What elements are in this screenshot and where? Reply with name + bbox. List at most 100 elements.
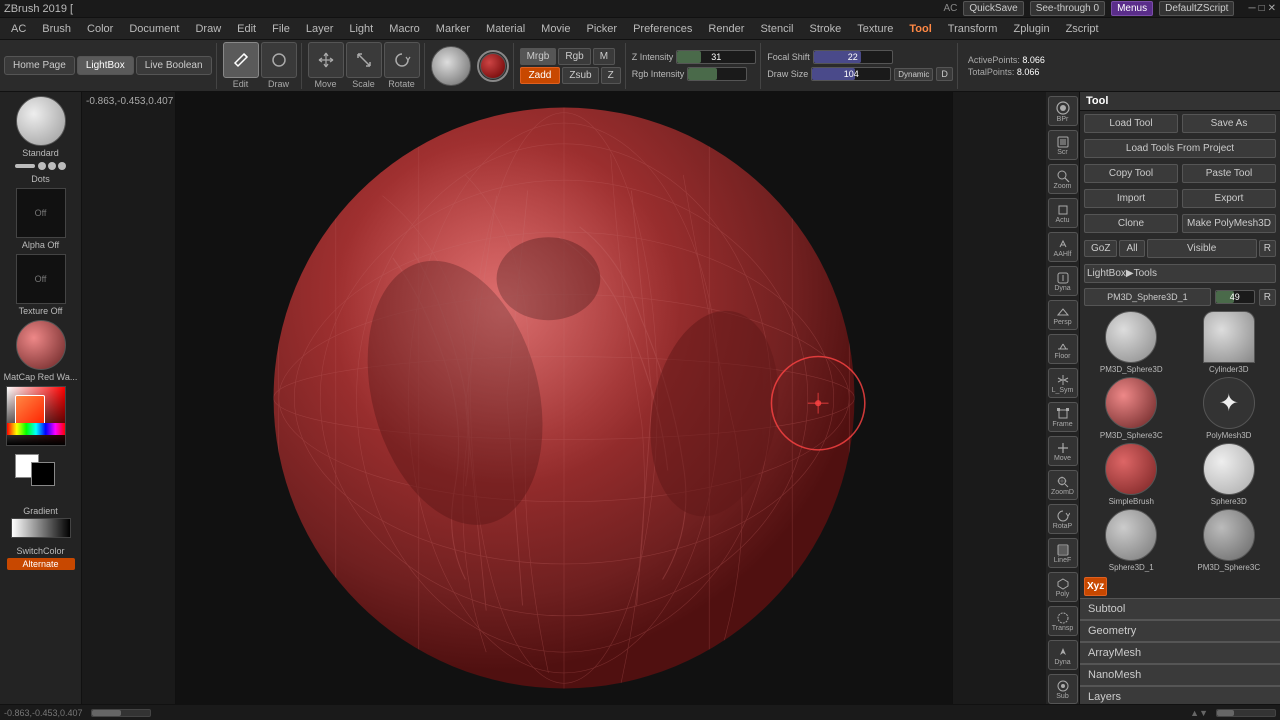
scale-button[interactable] xyxy=(346,42,382,78)
menu-movie[interactable]: Movie xyxy=(534,21,577,37)
menu-preferences[interactable]: Preferences xyxy=(626,21,699,37)
goz-button[interactable]: GoZ xyxy=(1084,240,1117,257)
lightbox-tools-button[interactable]: LightBox▶Tools xyxy=(1084,264,1276,283)
defaultzscript-button[interactable]: DefaultZScript xyxy=(1159,1,1234,16)
rgb-intensity-slider[interactable] xyxy=(687,67,747,81)
export-button-top[interactable]: Export xyxy=(1182,189,1276,208)
canvas-area[interactable]: -0.863,-0.453,0.407 xyxy=(82,92,1046,704)
rotap-button[interactable]: RotaP xyxy=(1048,504,1078,534)
dynamic2-button[interactable]: Dyna xyxy=(1048,640,1078,670)
menu-draw[interactable]: Draw xyxy=(188,21,228,37)
menu-texture[interactable]: Texture xyxy=(850,21,900,37)
menu-macro[interactable]: Macro xyxy=(382,21,427,37)
menu-marker[interactable]: Marker xyxy=(429,21,477,37)
import-button-top[interactable]: Import xyxy=(1084,189,1178,208)
geometry-section[interactable]: Geometry xyxy=(1080,620,1280,642)
seethrough-button[interactable]: See-through 0 xyxy=(1030,1,1105,16)
menu-material[interactable]: Material xyxy=(479,21,532,37)
menu-color[interactable]: Color xyxy=(80,21,120,37)
minimize-icon[interactable]: ─ xyxy=(1248,3,1255,14)
texture-selector[interactable]: Off Texture Off xyxy=(3,254,79,316)
z-intensity-slider[interactable]: 31 xyxy=(676,50,756,64)
poly-button[interactable]: Poly xyxy=(1048,572,1078,602)
copy-tool-button[interactable]: Copy Tool xyxy=(1084,164,1178,183)
r2-button[interactable]: R xyxy=(1259,289,1276,306)
menu-render[interactable]: Render xyxy=(701,21,751,37)
lightbox-tab[interactable]: LightBox xyxy=(77,56,134,75)
quicksave-button[interactable]: QuickSave xyxy=(963,1,1023,16)
move-button[interactable] xyxy=(308,42,344,78)
all-button[interactable]: All xyxy=(1119,240,1144,257)
zoomd3d-button[interactable]: ZoomD xyxy=(1048,470,1078,500)
brush-preview[interactable] xyxy=(431,46,471,86)
actual-button[interactable]: Actu xyxy=(1048,198,1078,228)
menu-edit[interactable]: Edit xyxy=(230,21,263,37)
menu-tool[interactable]: Tool xyxy=(902,21,938,37)
load-tools-button[interactable]: Load Tools From Project xyxy=(1084,139,1276,158)
save-as-button[interactable]: Save As xyxy=(1182,114,1276,133)
homepage-tab[interactable]: Home Page xyxy=(4,56,75,75)
make-polymesh-button[interactable]: Make PolyMesh3D xyxy=(1182,214,1276,233)
menu-zplugin[interactable]: Zplugin xyxy=(1006,21,1056,37)
bg-color-swatch[interactable] xyxy=(31,462,55,486)
rotate-button[interactable] xyxy=(384,42,420,78)
linefill-button[interactable]: LineF xyxy=(1048,538,1078,568)
current-tool-button[interactable]: PM3D_Sphere3D_1 xyxy=(1084,288,1211,306)
arraymesh-section[interactable]: ArrayMesh xyxy=(1080,642,1280,664)
tool-simplebrush[interactable]: SimpleBrush xyxy=(1084,443,1179,506)
menu-transform[interactable]: Transform xyxy=(941,21,1005,37)
maximize-icon[interactable]: □ xyxy=(1259,3,1265,14)
gradient-preview[interactable] xyxy=(11,518,71,538)
material-ring[interactable] xyxy=(477,50,509,82)
tool-pm3d-sphere3d[interactable]: PM3D_Sphere3D xyxy=(1084,311,1179,374)
menu-picker[interactable]: Picker xyxy=(580,21,625,37)
transp-button[interactable]: Transp xyxy=(1048,606,1078,636)
brush-selector[interactable]: Standard xyxy=(3,96,79,158)
menu-ac[interactable]: AC xyxy=(4,21,33,37)
nanomesh-section[interactable]: NanoMesh xyxy=(1080,664,1280,686)
z-button[interactable]: Z xyxy=(601,67,621,84)
lsym-button[interactable]: L_Sym xyxy=(1048,368,1078,398)
xyz-button[interactable]: Xyz xyxy=(1084,577,1107,596)
tool-pm3d-sphere3c[interactable]: PM3D_Sphere3C xyxy=(1084,377,1179,440)
color-gradient-picker[interactable] xyxy=(6,386,66,446)
focal-shift-slider[interactable]: 22 xyxy=(813,50,893,64)
scroll-button[interactable]: Scr xyxy=(1048,130,1078,160)
boolean-tab[interactable]: Live Boolean xyxy=(136,56,212,75)
menu-stencil[interactable]: Stencil xyxy=(753,21,800,37)
zadd-button[interactable]: Zadd xyxy=(520,67,561,84)
visible-button[interactable]: Visible xyxy=(1147,239,1257,258)
floor-button[interactable]: Floor xyxy=(1048,334,1078,364)
move-3d-button[interactable]: Move xyxy=(1048,436,1078,466)
m-button[interactable]: M xyxy=(593,48,615,65)
rgb-button[interactable]: Rgb xyxy=(558,48,590,65)
current-tool-slider[interactable]: 49 xyxy=(1215,290,1255,304)
subtool-section[interactable]: Subtool xyxy=(1080,598,1280,620)
alternate-button[interactable]: Alternate xyxy=(7,558,75,570)
menu-stroke[interactable]: Stroke xyxy=(802,21,848,37)
aahlf-button[interactable]: AAHlf xyxy=(1048,232,1078,262)
color-picker[interactable] xyxy=(6,386,76,446)
bottom-track-right[interactable] xyxy=(1216,709,1276,717)
menu-light[interactable]: Light xyxy=(342,21,380,37)
edit-button[interactable] xyxy=(223,42,259,78)
bottom-track-left[interactable] xyxy=(91,709,151,717)
clone-button[interactable]: Clone xyxy=(1084,214,1178,233)
tool-cylinder3d[interactable]: Cylinder3D xyxy=(1182,311,1277,374)
tool-polymesh3d[interactable]: ✦ PolyMesh3D xyxy=(1182,377,1277,440)
menu-layer[interactable]: Layer xyxy=(299,21,341,37)
draw-button[interactable] xyxy=(261,42,297,78)
dynamic-btn[interactable]: Dyna xyxy=(1048,266,1078,296)
menus-button[interactable]: Menus xyxy=(1111,1,1153,16)
mrgb-button[interactable]: Mrgb xyxy=(520,48,557,65)
paste-tool-button[interactable]: Paste Tool xyxy=(1182,164,1276,183)
matcap-selector[interactable]: MatCap Red Wa... xyxy=(3,320,79,382)
tool-pm3d-sphere3c2[interactable]: PM3D_Sphere3C xyxy=(1182,509,1277,572)
close-icon[interactable]: ✕ xyxy=(1268,3,1276,14)
zoom-button[interactable]: Zoom xyxy=(1048,164,1078,194)
draw-size-slider[interactable]: 104 xyxy=(811,67,891,81)
layers-section[interactable]: Layers xyxy=(1080,686,1280,704)
r-button[interactable]: R xyxy=(1259,240,1276,257)
menu-document[interactable]: Document xyxy=(122,21,186,37)
bpr-button[interactable]: BPr xyxy=(1048,96,1078,126)
